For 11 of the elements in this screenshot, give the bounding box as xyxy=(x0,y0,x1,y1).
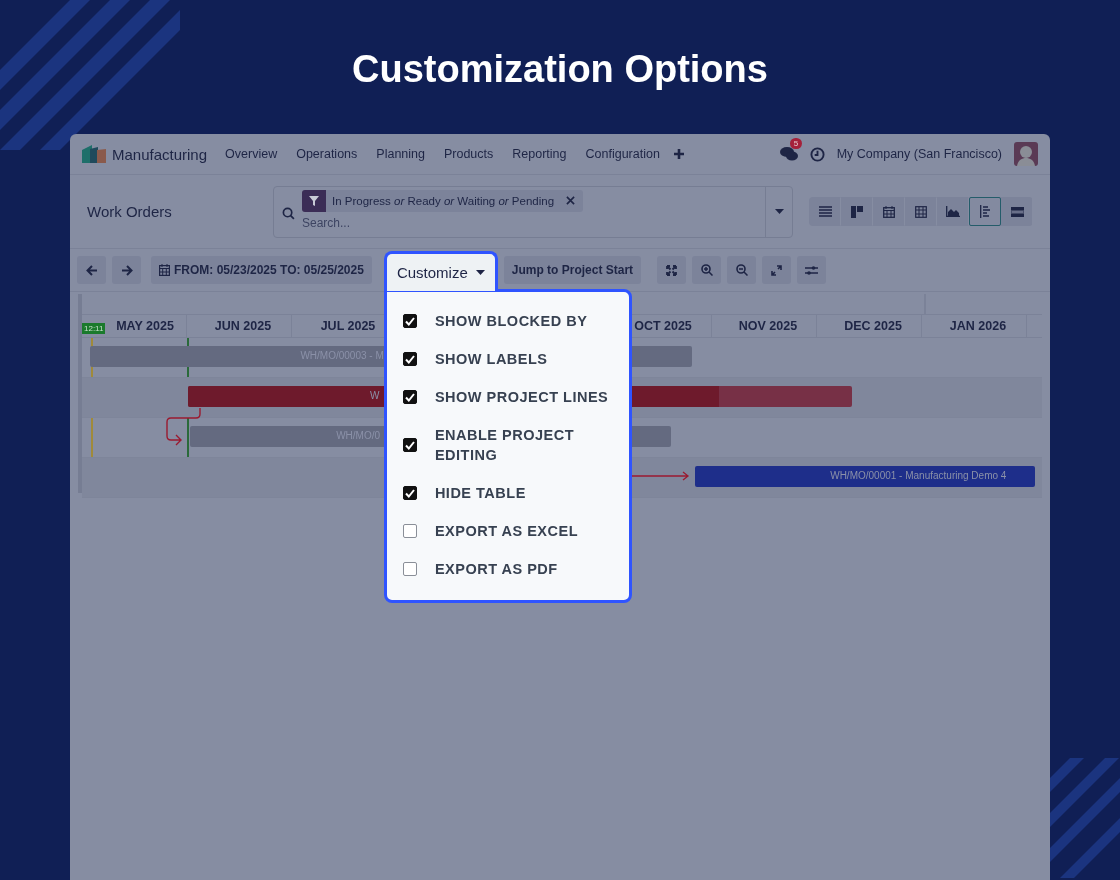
month-header: JAN 2026 xyxy=(949,319,1007,333)
message-count-badge: 5 xyxy=(789,138,803,149)
month-header: JUL 2025 xyxy=(320,319,376,333)
month-header: DEC 2025 xyxy=(844,319,902,333)
month-header: JUN 2025 xyxy=(214,319,272,333)
page-title: Customization Options xyxy=(351,47,769,92)
month-header: MAY 2025 xyxy=(116,319,174,333)
breadcrumb: Work Orders xyxy=(87,203,173,220)
month-header: OCT 2025 xyxy=(634,319,692,333)
month-header: NOV 2025 xyxy=(738,319,798,333)
current-time-marker: 12:11 xyxy=(82,323,106,334)
